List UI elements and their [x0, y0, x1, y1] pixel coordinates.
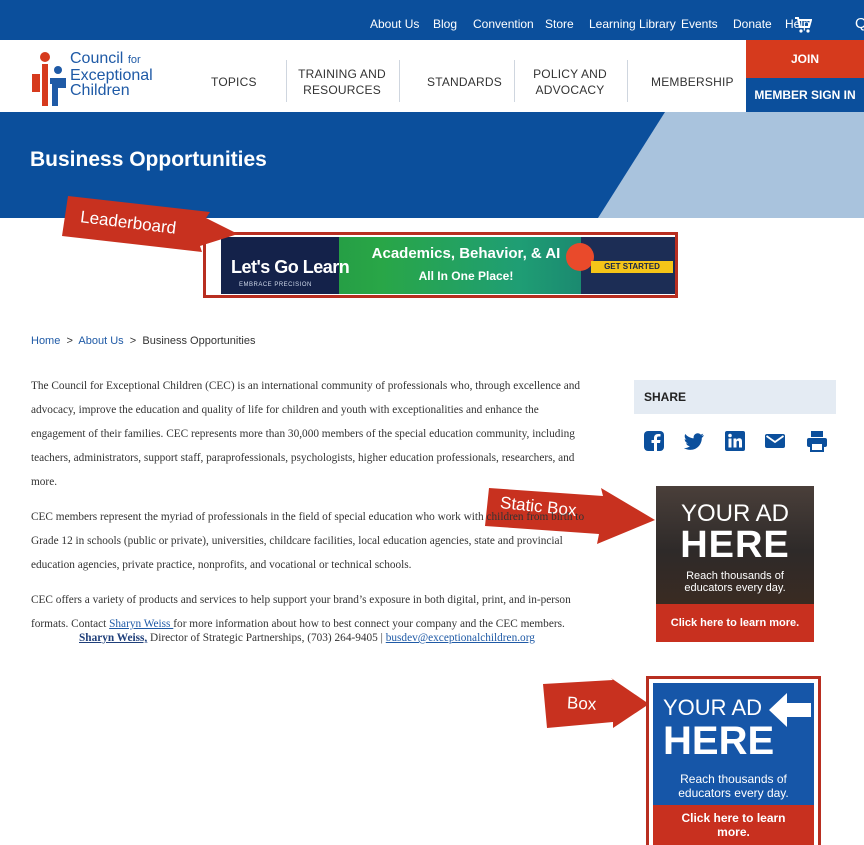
box-callout-label: Box: [566, 693, 597, 714]
breadcrumb-current: Business Opportunities: [142, 335, 256, 347]
nav-divider: [514, 60, 515, 102]
contact-link[interactable]: Sharyn Weiss: [109, 618, 173, 630]
box-ad-highlight-frame: [646, 676, 821, 845]
logo-line1-small: for: [127, 54, 141, 66]
print-icon[interactable]: [806, 430, 828, 452]
nav-membership[interactable]: MEMBERSHIP: [651, 74, 734, 90]
nav-policy-line1: POLICY AND: [533, 67, 607, 81]
facebook-icon[interactable]: [643, 430, 665, 452]
cart-icon[interactable]: [794, 17, 812, 33]
nav-divider: [286, 60, 287, 102]
logo-line3: Children: [70, 82, 130, 99]
offer-paragraph: CEC offers a variety of products and ser…: [31, 588, 591, 636]
nav-training-line2: RESOURCES: [303, 83, 381, 97]
logo-wordmark[interactable]: Council for Exceptional Children: [70, 50, 153, 99]
contact-email-link[interactable]: busdev@exceptionalchildren.org: [386, 632, 535, 644]
leaderboard-highlight-frame: [203, 232, 678, 298]
nav-divider: [627, 60, 628, 102]
nav-training-resources[interactable]: TRAINING AND RESOURCES: [296, 66, 388, 98]
nav-policy-line2: ADVOCACY: [535, 83, 605, 97]
join-button[interactable]: JOIN: [746, 40, 864, 78]
page-title: Business Opportunities: [30, 148, 267, 171]
breadcrumb-home[interactable]: Home: [31, 335, 60, 347]
breadcrumb: Home > About Us > Business Opportunities: [31, 335, 255, 347]
member-sign-in-button[interactable]: MEMBER SIGN IN: [746, 78, 864, 112]
static-ad-reach-line1: Reach thousands of: [686, 570, 784, 582]
static-ad-here: HERE: [680, 524, 790, 566]
static-box-ad[interactable]: YOUR AD HERE Reach thousands of educator…: [656, 486, 814, 642]
breadcrumb-about[interactable]: About Us: [78, 335, 123, 347]
article-body: The Council for Exceptional Children (CE…: [31, 374, 591, 647]
utility-bar: About Us Blog Convention Store Learning …: [0, 0, 864, 40]
offer-text-end: for more information about how to best c…: [173, 618, 565, 630]
contact-name[interactable]: Sharyn Weiss,: [79, 632, 147, 644]
nav-policy-advocacy[interactable]: POLICY AND ADVOCACY: [524, 66, 616, 98]
logo-line2: Exceptional: [70, 67, 153, 84]
breadcrumb-separator: >: [66, 335, 73, 347]
logo-line1: Council: [70, 50, 124, 67]
share-header: SHARE: [634, 380, 836, 414]
nav-standards[interactable]: STANDARDS: [427, 74, 502, 90]
breadcrumb-separator: >: [129, 335, 137, 347]
static-ad-cta[interactable]: Click here to learn more.: [656, 604, 814, 642]
static-ad-reach: Reach thousands of educators every day.: [656, 570, 814, 594]
cec-logo-icon[interactable]: [30, 48, 70, 108]
linkedin-icon[interactable]: [724, 430, 746, 452]
nav-training-line1: TRAINING AND: [298, 67, 386, 81]
intro-paragraph: The Council for Exceptional Children (CE…: [31, 380, 581, 488]
contact-line: Sharyn Weiss, Director of Strategic Part…: [79, 632, 535, 644]
twitter-icon[interactable]: [683, 430, 705, 452]
nav-divider: [399, 60, 400, 102]
search-icon[interactable]: Q: [855, 14, 864, 34]
static-ad-reach-line2: educators every day.: [684, 582, 786, 594]
email-icon[interactable]: [764, 430, 786, 452]
members-paragraph: CEC members represent the myriad of prof…: [31, 511, 585, 571]
contact-role: Director of Strategic Partnerships, (703…: [147, 632, 386, 644]
nav-topics[interactable]: TOPICS: [211, 74, 257, 90]
